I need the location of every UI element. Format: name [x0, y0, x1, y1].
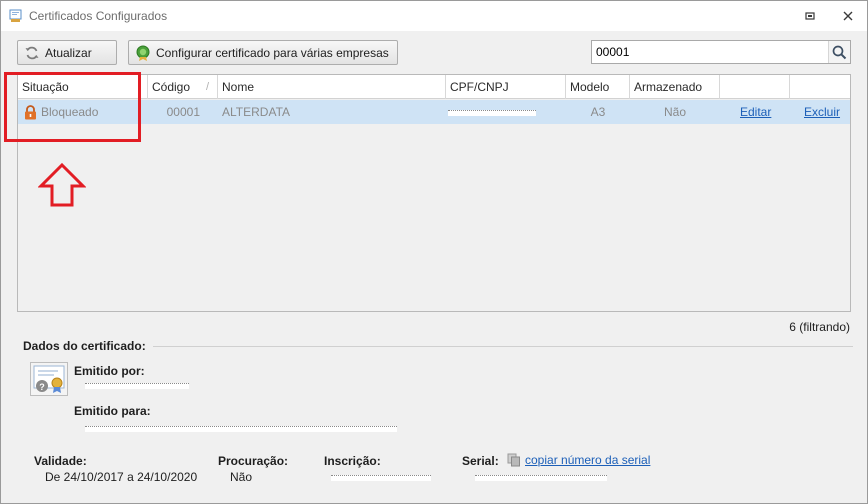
column-excluir	[790, 75, 850, 99]
refresh-label: Atualizar	[45, 45, 92, 60]
issued-to-value	[85, 421, 397, 435]
cell-armazenado: Não	[663, 105, 686, 119]
title-bar: Certificados Configurados	[1, 1, 867, 31]
column-cpf-cnpj[interactable]: CPF/CNPJ	[446, 75, 566, 99]
column-codigo[interactable]: Código /	[148, 75, 218, 99]
power-of-attorney-label: Procuração:	[218, 454, 289, 468]
column-armazenado[interactable]: Armazenado	[630, 75, 720, 99]
delete-link[interactable]: Excluir	[804, 100, 848, 124]
redaction-mask	[475, 474, 607, 481]
up-arrow-icon	[38, 162, 86, 207]
close-icon	[843, 11, 853, 21]
column-codigo-label: Código	[152, 80, 191, 94]
issued-by-label: Emitido por:	[74, 364, 145, 378]
registration-label: Inscrição:	[324, 454, 381, 468]
cell-cpf-cnpj	[446, 100, 566, 124]
restore-icon	[805, 12, 815, 20]
validity-label: Validade:	[34, 454, 87, 468]
grid-header: Situação Código / Nome CPF/CNPJ Modelo A…	[18, 75, 850, 99]
sort-indicator-icon: /	[205, 81, 209, 93]
result-count: 6 (filtrando)	[789, 320, 850, 334]
cell-codigo: 00001	[166, 105, 200, 119]
redaction-mask	[85, 425, 397, 432]
column-nome[interactable]: Nome	[218, 75, 446, 99]
svg-text:?: ?	[39, 382, 45, 392]
redaction-mask	[448, 109, 536, 116]
issued-by-value	[85, 378, 189, 392]
copy-icon	[507, 453, 520, 467]
section-title: Dados do certificado:	[23, 339, 146, 353]
cell-nome: ALTERDATA	[222, 105, 291, 119]
cell-modelo: A3	[590, 105, 606, 119]
serial-label: Serial:	[462, 454, 499, 468]
edit-link[interactable]: Editar	[740, 100, 786, 124]
table-row[interactable]: Bloqueado 00001 ALTERDATA A3 Não Editar …	[18, 100, 850, 124]
search-box	[591, 40, 851, 64]
section-divider	[153, 346, 853, 347]
certificate-icon: ?	[30, 362, 68, 396]
copy-serial-label: copiar número da serial	[525, 453, 651, 467]
annotation-highlight-box	[4, 72, 141, 142]
redaction-mask	[331, 474, 431, 481]
refresh-button[interactable]: Atualizar	[17, 40, 117, 65]
close-button[interactable]	[840, 8, 856, 24]
certificates-grid: Situação Código / Nome CPF/CNPJ Modelo A…	[17, 74, 851, 312]
certificates-window: Certificados Configurados Atualizar Conf…	[0, 0, 868, 504]
configure-certificate-button[interactable]: Configurar certificado para várias empre…	[128, 40, 398, 65]
column-editar	[720, 75, 790, 99]
search-button[interactable]	[828, 41, 850, 63]
configure-label: Configurar certificado para várias empre…	[156, 45, 389, 60]
column-modelo[interactable]: Modelo	[566, 75, 630, 99]
copy-serial-link[interactable]: copiar número da serial	[507, 453, 650, 467]
green-seal-icon	[136, 45, 150, 61]
serial-value	[475, 470, 607, 484]
registration-value	[331, 470, 431, 484]
certificate-window-icon	[9, 9, 22, 22]
search-input[interactable]	[592, 41, 828, 63]
issued-to-label: Emitido para:	[74, 404, 151, 418]
window-title: Certificados Configurados	[29, 9, 168, 23]
redaction-mask	[85, 382, 189, 389]
restore-button[interactable]	[802, 8, 818, 24]
search-icon	[832, 45, 847, 59]
power-of-attorney-value: Não	[230, 470, 253, 484]
refresh-icon	[25, 46, 39, 59]
validity-value: De 24/10/2017 a 24/10/2020	[45, 470, 198, 484]
